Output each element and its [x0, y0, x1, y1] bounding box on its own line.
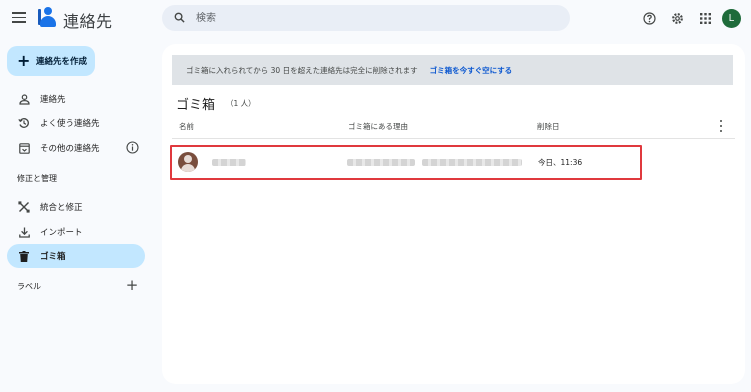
column-header-name[interactable]: 名前: [179, 121, 194, 132]
sidebar-item-label: ゴミ箱: [40, 252, 66, 262]
create-contact-button[interactable]: + 連絡先を作成: [7, 46, 95, 76]
section-heading-manage: 修正と管理: [17, 174, 57, 183]
sidebar-item-label: インポート: [40, 228, 83, 238]
sidebar-item-label: その他の連絡先: [40, 144, 100, 154]
info-icon[interactable]: [126, 141, 139, 154]
trash-icon: [17, 249, 31, 263]
trash-info-banner: ゴミ箱に入れられてから 30 日を超えた連絡先は完全に削除されます ゴミ箱を今す…: [172, 55, 733, 85]
empty-trash-link[interactable]: ゴミ箱を今すぐ空にする: [430, 65, 513, 76]
redacted-reason-detail: [422, 159, 522, 166]
apps-grid-icon[interactable]: [697, 10, 713, 26]
history-icon: [17, 116, 31, 130]
sidebar-item-contacts[interactable]: 連絡先: [7, 87, 145, 111]
banner-message: ゴミ箱に入れられてから 30 日を超えた連絡先は完全に削除されます: [186, 65, 418, 75]
search-bar[interactable]: [162, 5, 570, 31]
sidebar-item-merge-fix[interactable]: 統合と修正: [7, 195, 145, 219]
contacts-logo-icon: [38, 6, 58, 28]
add-label-button[interactable]: +: [125, 278, 139, 293]
header-divider: [172, 138, 735, 139]
help-icon[interactable]: [641, 10, 657, 26]
plus-icon: +: [17, 51, 31, 70]
search-input[interactable]: [196, 10, 556, 26]
table-row[interactable]: 今日、11:36: [170, 145, 642, 180]
sidebar-item-label: 統合と修正: [40, 203, 83, 213]
item-count: （1 人）: [226, 99, 256, 108]
person-icon: [17, 92, 31, 106]
sidebar-item-frequent[interactable]: よく使う連絡先: [7, 111, 145, 135]
create-contact-label: 連絡先を作成: [36, 57, 88, 67]
sidebar-item-label: よく使う連絡先: [40, 119, 100, 129]
top-bar: 連絡先 L: [0, 0, 751, 36]
column-header-reason[interactable]: ゴミ箱にある理由: [348, 121, 408, 132]
hamburger-menu-icon[interactable]: [12, 12, 26, 23]
sidebar-item-import[interactable]: インポート: [7, 220, 145, 244]
sidebar-item-trash[interactable]: ゴミ箱: [7, 244, 145, 268]
page-title: ゴミ箱: [176, 98, 216, 113]
account-avatar[interactable]: L: [722, 9, 741, 28]
settings-gear-icon[interactable]: [669, 10, 685, 26]
sidebar-item-other-contacts[interactable]: その他の連絡先: [7, 136, 145, 160]
app-title: 連絡先: [63, 12, 113, 31]
column-header-deleted-date[interactable]: 削除日: [537, 121, 560, 132]
search-icon[interactable]: [174, 12, 185, 23]
contact-avatar: [178, 152, 198, 172]
section-heading-labels: ラベル: [17, 282, 41, 291]
deleted-date-cell: 今日、11:36: [538, 158, 583, 167]
redacted-name: [212, 159, 246, 166]
download-icon: [17, 225, 31, 239]
main-panel: ゴミ箱に入れられてから 30 日を超えた連絡先は完全に削除されます ゴミ箱を今す…: [162, 44, 745, 384]
more-options-icon[interactable]: [717, 120, 725, 132]
tools-icon: [17, 200, 31, 214]
redacted-reason: [347, 159, 415, 166]
sidebar-item-label: 連絡先: [40, 95, 66, 105]
archive-contact-icon: [17, 141, 31, 155]
